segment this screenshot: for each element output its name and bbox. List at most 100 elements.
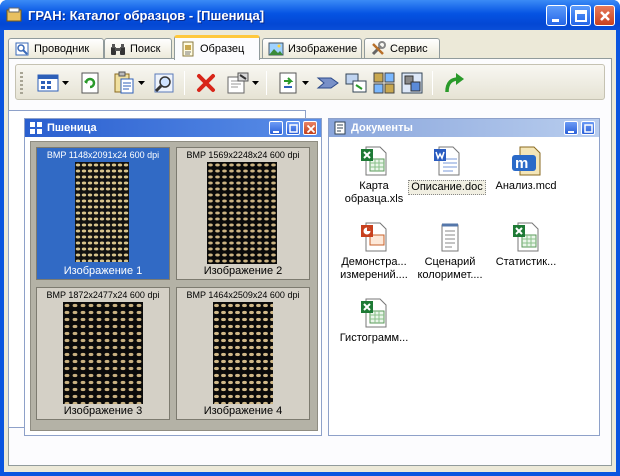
image-info: BMP 1464x2509x24 600 dpi <box>186 290 300 300</box>
maximize-icon <box>289 124 298 133</box>
mathcad-file-icon: m <box>512 146 541 176</box>
toolbar-separator <box>184 71 185 95</box>
explorer-icon <box>15 42 29 56</box>
paste-icon <box>114 71 134 94</box>
close-icon <box>600 11 610 21</box>
document-item[interactable]: Гистограмм... <box>333 297 415 361</box>
docs-maximize-button[interactable] <box>581 121 595 135</box>
document-item[interactable]: Демонстра... измерений.... <box>333 221 415 285</box>
toolbar <box>15 64 605 100</box>
refresh-button[interactable] <box>78 71 102 95</box>
zoom-button[interactable] <box>152 71 176 95</box>
forward-icon <box>445 73 464 93</box>
zoom-icon <box>154 73 174 93</box>
image-caption: Изображение 4 <box>203 405 283 417</box>
tab-label: Образец <box>200 43 245 55</box>
wheat-image-preview <box>75 162 129 262</box>
grid-icon <box>401 72 423 94</box>
documents-icon <box>334 121 346 135</box>
chevron-down-icon[interactable] <box>62 81 69 85</box>
app-window: ГРАН: Каталог образцов - [Пшеница] Прово… <box>0 0 620 476</box>
chevron-down-icon[interactable] <box>138 81 145 85</box>
document-label: Карта образца.xls <box>344 180 404 205</box>
document-label: Сценарий колоримет.... <box>417 256 483 281</box>
document-item[interactable]: Описание.doc <box>405 145 489 209</box>
documents-window-titlebar[interactable]: Документы <box>329 119 599 137</box>
thumbnail-image-1[interactable]: BMP 1148x2091x24 600 dpi Изображение 1 <box>36 147 170 280</box>
thumbnail-image-2[interactable]: BMP 1569x2248x24 600 dpi Изображение 2 <box>176 147 310 280</box>
maximize-icon <box>584 124 593 133</box>
sample-icon <box>182 41 194 57</box>
toolbar-grip[interactable] <box>20 72 23 94</box>
chevron-down-icon[interactable] <box>302 81 309 85</box>
delete-button[interactable] <box>194 71 218 95</box>
close-button[interactable] <box>594 5 615 26</box>
properties-icon <box>227 72 249 94</box>
minimize-icon <box>273 131 279 133</box>
documents-window-title: Документы <box>351 122 413 134</box>
document-label: Гистограмм... <box>339 332 409 344</box>
app-icon <box>6 7 22 22</box>
title-bar[interactable]: ГРАН: Каталог образцов - [Пшеница] <box>0 0 620 30</box>
documents-list: Карта образца.xls Описание.doc m Анализ.m… <box>333 141 597 433</box>
maximize-button[interactable] <box>570 5 591 26</box>
svg-text:m: m <box>515 155 528 172</box>
window-title: ГРАН: Каталог образцов - [Пшеница] <box>28 8 265 23</box>
wheat-image-preview <box>207 162 277 264</box>
text-file-icon <box>441 223 459 252</box>
export-button[interactable] <box>276 71 300 95</box>
tab-service[interactable]: Сервис <box>364 38 440 59</box>
tab-label: Проводник <box>34 43 90 55</box>
document-label: Статистик... <box>495 256 557 268</box>
document-item[interactable]: Сценарий колоримет.... <box>409 221 491 285</box>
image-info: BMP 1148x2091x24 600 dpi <box>46 150 160 160</box>
image-caption: Изображение 3 <box>63 405 143 417</box>
tab-sample[interactable]: Образец <box>174 35 260 60</box>
minimize-icon <box>568 131 574 133</box>
process-icon <box>316 77 339 89</box>
grid-button[interactable] <box>400 71 424 95</box>
pane-minimize-button[interactable] <box>269 121 283 135</box>
powerpoint-file-icon <box>361 222 387 252</box>
docs-minimize-button[interactable] <box>564 121 578 135</box>
tools-icon <box>371 41 386 56</box>
document-label: Анализ.mcd <box>495 180 557 192</box>
properties-button[interactable] <box>226 71 250 95</box>
view-mode-button[interactable] <box>36 71 60 95</box>
pane-maximize-button[interactable] <box>286 121 300 135</box>
chevron-down-icon[interactable] <box>252 81 259 85</box>
image-info: BMP 1872x2477x24 600 dpi <box>46 290 160 300</box>
wheat-image-preview <box>63 302 143 404</box>
document-item[interactable]: Статистик... <box>485 221 567 285</box>
process-button[interactable] <box>316 71 340 95</box>
tab-explorer[interactable]: Проводник <box>8 38 104 59</box>
excel-file-icon <box>513 222 539 252</box>
delete-icon <box>197 74 215 92</box>
toolbar-separator <box>432 71 433 95</box>
document-item[interactable]: m Анализ.mcd <box>485 145 567 209</box>
pane-close-button[interactable] <box>303 121 317 135</box>
thumbnail-grid: BMP 1148x2091x24 600 dpi Изображение 1 B… <box>30 141 318 431</box>
document-label: Описание.doc <box>408 180 486 195</box>
tab-search[interactable]: Поиск <box>104 38 172 59</box>
close-icon <box>306 124 316 134</box>
excel-file-icon <box>361 146 387 176</box>
forward-button[interactable] <box>442 71 466 95</box>
export-icon <box>279 72 297 94</box>
document-label: Демонстра... измерений.... <box>340 256 408 281</box>
thumbnail-image-4[interactable]: BMP 1464x2509x24 600 dpi Изображение 4 <box>176 287 310 420</box>
minimize-button[interactable] <box>546 5 567 26</box>
arrange-button[interactable] <box>344 71 368 95</box>
image-caption: Изображение 2 <box>203 265 283 277</box>
tab-label: Изображение <box>288 43 358 55</box>
paste-button[interactable] <box>112 71 136 95</box>
compare-button[interactable] <box>372 71 396 95</box>
binoculars-icon <box>111 44 125 55</box>
thumbnail-image-3[interactable]: BMP 1872x2477x24 600 dpi Изображение 3 <box>36 287 170 420</box>
tab-label: Поиск <box>130 43 161 55</box>
image-caption: Изображение 1 <box>63 265 143 277</box>
minimize-icon <box>552 19 559 22</box>
document-item[interactable]: Карта образца.xls <box>333 145 415 209</box>
tab-image[interactable]: Изображение <box>262 38 362 59</box>
thumbnails-icon <box>30 122 42 134</box>
